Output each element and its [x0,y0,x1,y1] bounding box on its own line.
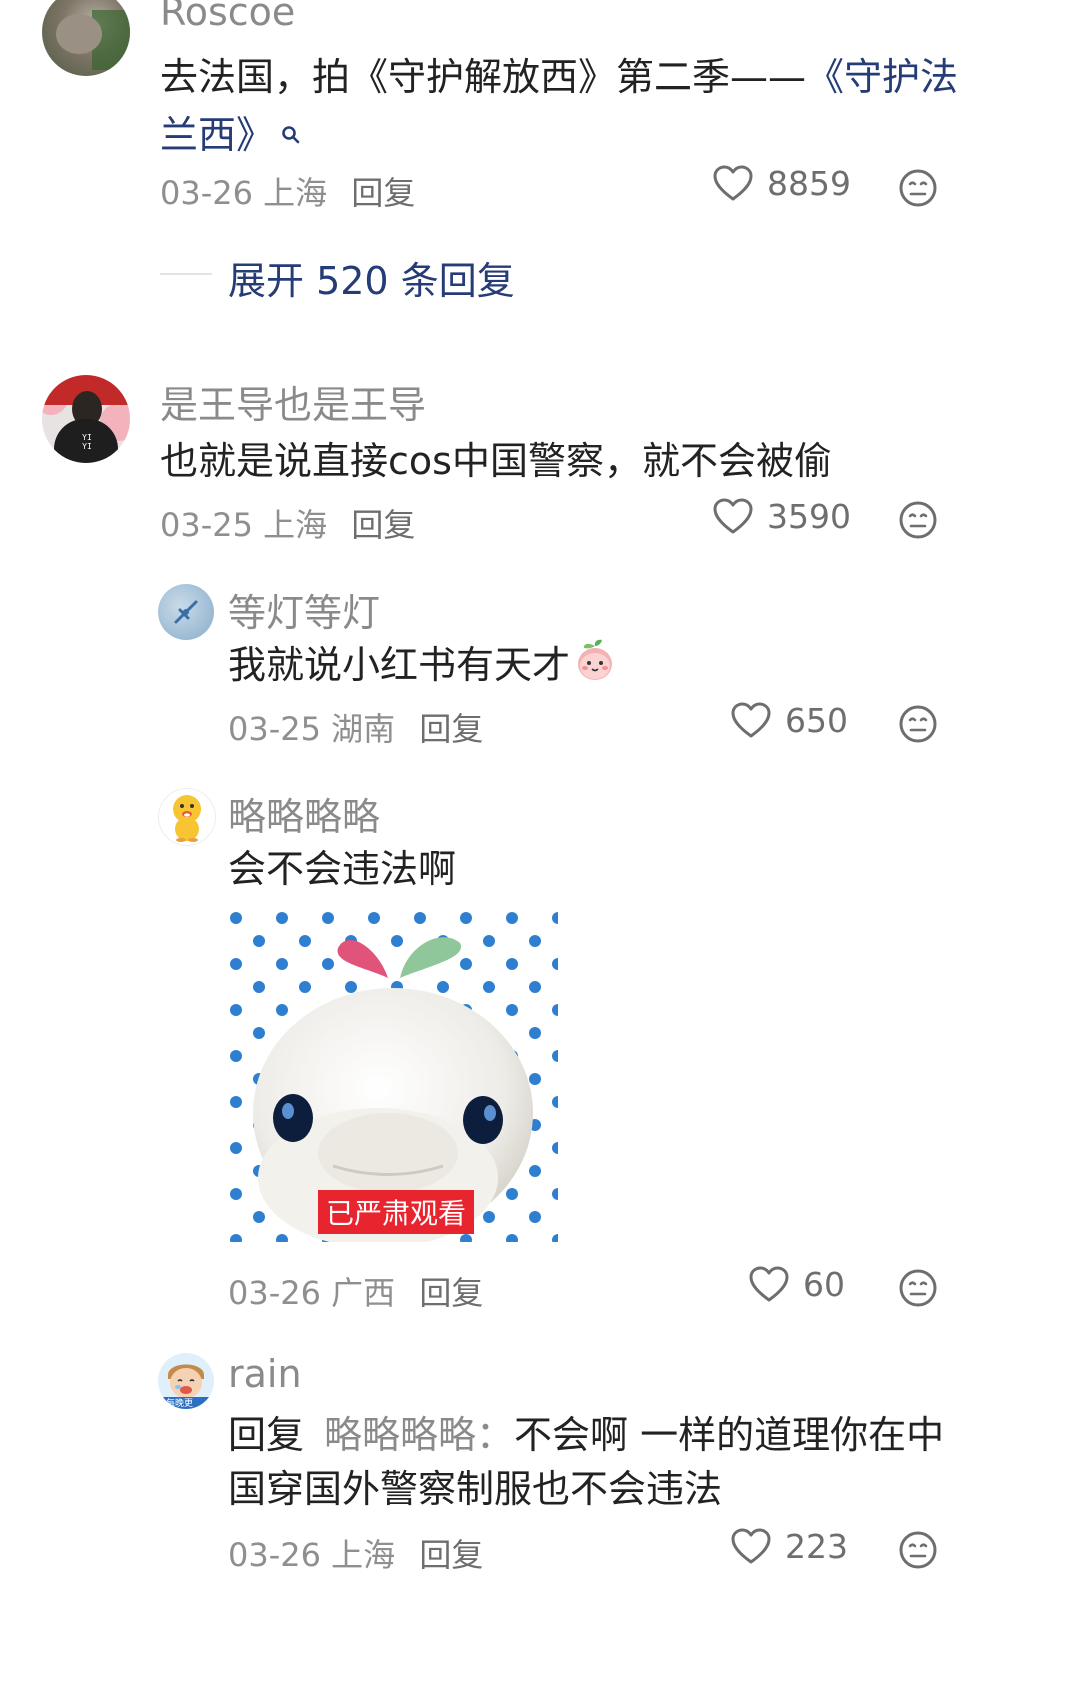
avatar-wangdao[interactable]: YI YI [42,375,130,463]
reply-meta: 03-26 上海 回复 [228,1530,483,1576]
like-button[interactable]: 8859 [713,164,851,203]
comment-text: 去法国，拍《守护解放西》第二季——《守护法兰西》 [160,48,960,164]
reply-location: 广西 [331,1274,396,1312]
comment-date: 03-26 [160,174,253,212]
comment-meta: 03-25 上海 回复 [160,500,415,546]
reply-colon: ： [476,1413,515,1457]
avatar-dengdeng[interactable] [158,584,214,640]
heart-outline-icon [749,1266,789,1301]
like-button[interactable]: 3590 [713,497,851,536]
like-button[interactable]: 650 [731,701,848,740]
reply-text-content: 我就说小红书有天才 [228,643,571,687]
comment-date: 03-25 [160,506,253,544]
reply-prefix: 回复 [228,1413,305,1457]
reply-button[interactable]: 回复 [419,710,483,748]
like-count: 223 [785,1527,848,1566]
comment-location: 上海 [263,174,328,212]
reply-location: 上海 [331,1536,396,1574]
reply-date: 03-25 [228,710,321,748]
smiley-face-icon[interactable] [898,1530,938,1570]
avatar-luelue[interactable] [158,788,216,846]
reply-date: 03-26 [228,1274,321,1312]
heart-outline-icon [731,702,771,737]
reply-button[interactable]: 回复 [351,174,415,212]
comment-text: 也就是说直接cos中国警察，就不会被偷 [160,439,832,483]
sticker-caption: 已严肃观看 [326,1197,467,1230]
smiley-face-icon[interactable] [898,704,938,744]
comment-location: 上海 [263,506,328,544]
reply-button[interactable]: 回复 [351,506,415,544]
reply-date: 03-26 [228,1536,321,1574]
like-count: 8859 [767,164,851,203]
reply-meta: 03-26 广西 回复 [228,1268,483,1314]
comment-username[interactable]: Roscoe [160,0,295,34]
comment-text-plain: 去法国，拍《守护解放西》第二季—— [160,55,807,99]
avatar-text: 每晚更 [166,1399,194,1409]
search-icon[interactable] [280,104,302,162]
heart-outline-icon [713,498,753,533]
like-count: 3590 [767,497,851,536]
reply-text: 会不会违法啊 [228,847,457,891]
expand-replies-button[interactable]: 展开 520 条回复 [228,250,515,305]
smiley-face-icon[interactable] [898,1268,938,1308]
comment-username[interactable]: 是王导也是王导 [160,374,426,429]
reply-text: 回复 略略略略：不会啊 一样的道理你在中国穿国外警察制服也不会违法 [228,1408,968,1516]
reply-button[interactable]: 回复 [419,1536,483,1574]
reply-username[interactable]: rain [228,1352,302,1396]
avatar-rain[interactable]: 每晚更 [158,1353,214,1409]
avatar-roscoe[interactable] [42,0,130,76]
reply-target-username[interactable]: 略略略略 [324,1413,476,1457]
reply-button[interactable]: 回复 [419,1274,483,1312]
like-button[interactable]: 223 [731,1527,848,1566]
sticker-image[interactable]: 已严肃观看 [228,908,558,1242]
peach-emoji-icon [574,638,616,698]
reply-text: 我就说小红书有天才 [228,636,968,698]
reply-username[interactable]: 等灯等灯 [228,582,380,637]
heart-outline-icon [731,1528,771,1563]
reply-username[interactable]: 略略略略 [228,786,380,841]
avatar-shirt-text: YI YI [82,433,92,451]
smiley-face-icon[interactable] [898,500,938,540]
like-button[interactable]: 60 [749,1265,845,1304]
comment-meta: 03-26 上海 回复 [160,168,415,214]
reply-meta: 03-25 湖南 回复 [228,704,483,750]
like-count: 650 [785,701,848,740]
smiley-face-icon[interactable] [898,168,938,208]
reply-location: 湖南 [331,710,396,748]
heart-outline-icon [713,165,753,200]
like-count: 60 [803,1265,845,1304]
expand-divider [160,273,212,275]
